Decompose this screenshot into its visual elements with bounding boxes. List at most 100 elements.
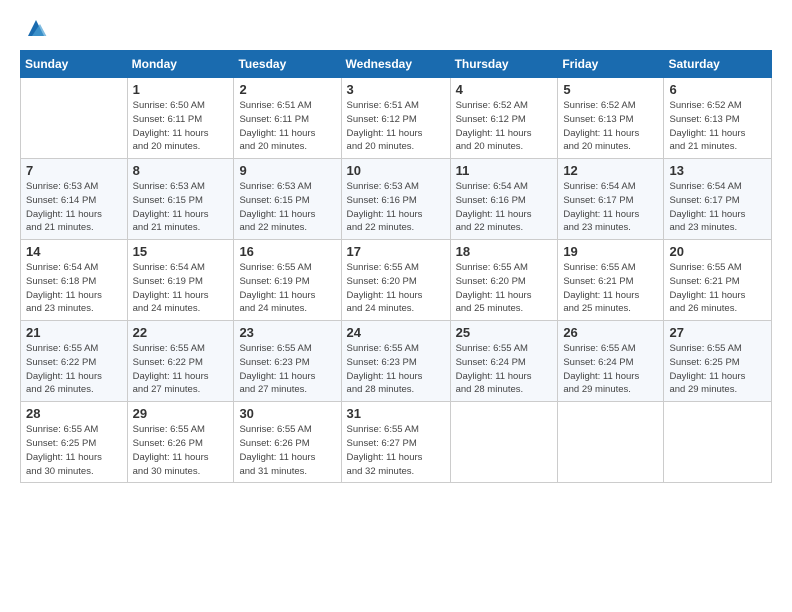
day-number: 27 — [669, 325, 766, 340]
day-number: 24 — [347, 325, 445, 340]
header-day-tuesday: Tuesday — [234, 51, 341, 78]
page-container: SundayMondayTuesdayWednesdayThursdayFrid… — [0, 0, 792, 493]
day-number: 17 — [347, 244, 445, 259]
calendar-cell — [664, 402, 772, 483]
calendar-week-2: 7 Sunrise: 6:53 AM Sunset: 6:14 PM Daylig… — [21, 159, 772, 240]
header-day-friday: Friday — [558, 51, 664, 78]
calendar-header: SundayMondayTuesdayWednesdayThursdayFrid… — [21, 51, 772, 78]
day-number: 15 — [133, 244, 229, 259]
day-number: 12 — [563, 163, 658, 178]
day-detail: Sunrise: 6:55 AM Sunset: 6:21 PM Dayligh… — [669, 261, 766, 316]
calendar-cell — [21, 78, 128, 159]
day-detail: Sunrise: 6:55 AM Sunset: 6:23 PM Dayligh… — [239, 342, 335, 397]
day-number: 6 — [669, 82, 766, 97]
calendar-cell: 1Sunrise: 6:50 AM Sunset: 6:11 PM Daylig… — [127, 78, 234, 159]
day-detail: Sunrise: 6:54 AM Sunset: 6:16 PM Dayligh… — [456, 180, 553, 235]
day-detail: Sunrise: 6:52 AM Sunset: 6:13 PM Dayligh… — [669, 99, 766, 154]
day-detail: Sunrise: 6:55 AM Sunset: 6:25 PM Dayligh… — [669, 342, 766, 397]
day-number: 8 — [133, 163, 229, 178]
day-detail: Sunrise: 6:54 AM Sunset: 6:17 PM Dayligh… — [669, 180, 766, 235]
header — [20, 16, 772, 40]
calendar-cell: 21 Sunrise: 6:55 AM Sunset: 6:22 PM Dayli… — [21, 321, 128, 402]
logo — [20, 16, 48, 40]
calendar-cell: 25 Sunrise: 6:55 AM Sunset: 6:24 PM Dayli… — [450, 321, 558, 402]
header-row: SundayMondayTuesdayWednesdayThursdayFrid… — [21, 51, 772, 78]
calendar-week-4: 21 Sunrise: 6:55 AM Sunset: 6:22 PM Dayli… — [21, 321, 772, 402]
calendar-cell: 31 Sunrise: 6:55 AM Sunset: 6:27 PM Dayli… — [341, 402, 450, 483]
day-number: 11 — [456, 163, 553, 178]
calendar-cell: 12 Sunrise: 6:54 AM Sunset: 6:17 PM Dayli… — [558, 159, 664, 240]
day-detail: Sunrise: 6:54 AM Sunset: 6:19 PM Dayligh… — [133, 261, 229, 316]
calendar-cell: 18 Sunrise: 6:55 AM Sunset: 6:20 PM Dayli… — [450, 240, 558, 321]
day-number: 16 — [239, 244, 335, 259]
day-detail: Sunrise: 6:55 AM Sunset: 6:24 PM Dayligh… — [456, 342, 553, 397]
calendar-cell: 10 Sunrise: 6:53 AM Sunset: 6:16 PM Dayli… — [341, 159, 450, 240]
header-day-wednesday: Wednesday — [341, 51, 450, 78]
header-day-monday: Monday — [127, 51, 234, 78]
day-number: 20 — [669, 244, 766, 259]
day-detail: Sunrise: 6:55 AM Sunset: 6:27 PM Dayligh… — [347, 423, 445, 478]
day-number: 9 — [239, 163, 335, 178]
day-number: 30 — [239, 406, 335, 421]
day-number: 29 — [133, 406, 229, 421]
day-detail: Sunrise: 6:51 AM Sunset: 6:11 PM Dayligh… — [239, 99, 335, 154]
calendar-cell: 19 Sunrise: 6:55 AM Sunset: 6:21 PM Dayli… — [558, 240, 664, 321]
day-number: 3 — [347, 82, 445, 97]
day-number: 10 — [347, 163, 445, 178]
calendar-cell: 2 Sunrise: 6:51 AM Sunset: 6:11 PM Daylig… — [234, 78, 341, 159]
day-number: 19 — [563, 244, 658, 259]
calendar-week-3: 14 Sunrise: 6:54 AM Sunset: 6:18 PM Dayli… — [21, 240, 772, 321]
day-number: 4 — [456, 82, 553, 97]
day-number: 25 — [456, 325, 553, 340]
calendar-cell: 7 Sunrise: 6:53 AM Sunset: 6:14 PM Daylig… — [21, 159, 128, 240]
day-detail: Sunrise: 6:54 AM Sunset: 6:17 PM Dayligh… — [563, 180, 658, 235]
day-detail: Sunrise: 6:55 AM Sunset: 6:20 PM Dayligh… — [347, 261, 445, 316]
day-detail: Sunrise: 6:53 AM Sunset: 6:15 PM Dayligh… — [239, 180, 335, 235]
day-number: 23 — [239, 325, 335, 340]
calendar-cell — [450, 402, 558, 483]
calendar-table: SundayMondayTuesdayWednesdayThursdayFrid… — [20, 50, 772, 483]
calendar-cell: 24 Sunrise: 6:55 AM Sunset: 6:23 PM Dayli… — [341, 321, 450, 402]
calendar-week-1: 1Sunrise: 6:50 AM Sunset: 6:11 PM Daylig… — [21, 78, 772, 159]
calendar-cell: 13Sunrise: 6:54 AM Sunset: 6:17 PM Dayli… — [664, 159, 772, 240]
calendar-cell: 29Sunrise: 6:55 AM Sunset: 6:26 PM Dayli… — [127, 402, 234, 483]
calendar-cell: 6 Sunrise: 6:52 AM Sunset: 6:13 PM Daylig… — [664, 78, 772, 159]
calendar-cell: 28 Sunrise: 6:55 AM Sunset: 6:25 PM Dayli… — [21, 402, 128, 483]
day-number: 5 — [563, 82, 658, 97]
header-day-thursday: Thursday — [450, 51, 558, 78]
day-detail: Sunrise: 6:55 AM Sunset: 6:25 PM Dayligh… — [26, 423, 122, 478]
calendar-cell: 3 Sunrise: 6:51 AM Sunset: 6:12 PM Daylig… — [341, 78, 450, 159]
day-number: 14 — [26, 244, 122, 259]
day-number: 7 — [26, 163, 122, 178]
calendar-cell: 20 Sunrise: 6:55 AM Sunset: 6:21 PM Dayli… — [664, 240, 772, 321]
day-detail: Sunrise: 6:50 AM Sunset: 6:11 PM Dayligh… — [133, 99, 229, 154]
day-detail: Sunrise: 6:55 AM Sunset: 6:20 PM Dayligh… — [456, 261, 553, 316]
logo-icon — [24, 16, 48, 40]
day-detail: Sunrise: 6:54 AM Sunset: 6:18 PM Dayligh… — [26, 261, 122, 316]
day-number: 28 — [26, 406, 122, 421]
day-detail: Sunrise: 6:52 AM Sunset: 6:12 PM Dayligh… — [456, 99, 553, 154]
calendar-body: 1Sunrise: 6:50 AM Sunset: 6:11 PM Daylig… — [21, 78, 772, 483]
day-detail: Sunrise: 6:55 AM Sunset: 6:19 PM Dayligh… — [239, 261, 335, 316]
header-day-saturday: Saturday — [664, 51, 772, 78]
day-detail: Sunrise: 6:51 AM Sunset: 6:12 PM Dayligh… — [347, 99, 445, 154]
day-detail: Sunrise: 6:55 AM Sunset: 6:21 PM Dayligh… — [563, 261, 658, 316]
calendar-cell — [558, 402, 664, 483]
calendar-cell: 23 Sunrise: 6:55 AM Sunset: 6:23 PM Dayli… — [234, 321, 341, 402]
day-detail: Sunrise: 6:55 AM Sunset: 6:24 PM Dayligh… — [563, 342, 658, 397]
calendar-cell: 22Sunrise: 6:55 AM Sunset: 6:22 PM Dayli… — [127, 321, 234, 402]
day-detail: Sunrise: 6:53 AM Sunset: 6:14 PM Dayligh… — [26, 180, 122, 235]
day-detail: Sunrise: 6:55 AM Sunset: 6:23 PM Dayligh… — [347, 342, 445, 397]
calendar-cell: 15 Sunrise: 6:54 AM Sunset: 6:19 PM Dayli… — [127, 240, 234, 321]
day-number: 2 — [239, 82, 335, 97]
calendar-cell: 30Sunrise: 6:55 AM Sunset: 6:26 PM Dayli… — [234, 402, 341, 483]
day-detail: Sunrise: 6:55 AM Sunset: 6:22 PM Dayligh… — [133, 342, 229, 397]
calendar-cell: 17 Sunrise: 6:55 AM Sunset: 6:20 PM Dayli… — [341, 240, 450, 321]
day-detail: Sunrise: 6:53 AM Sunset: 6:16 PM Dayligh… — [347, 180, 445, 235]
day-number: 21 — [26, 325, 122, 340]
calendar-week-5: 28 Sunrise: 6:55 AM Sunset: 6:25 PM Dayli… — [21, 402, 772, 483]
day-number: 18 — [456, 244, 553, 259]
day-number: 31 — [347, 406, 445, 421]
day-detail: Sunrise: 6:55 AM Sunset: 6:22 PM Dayligh… — [26, 342, 122, 397]
day-number: 26 — [563, 325, 658, 340]
